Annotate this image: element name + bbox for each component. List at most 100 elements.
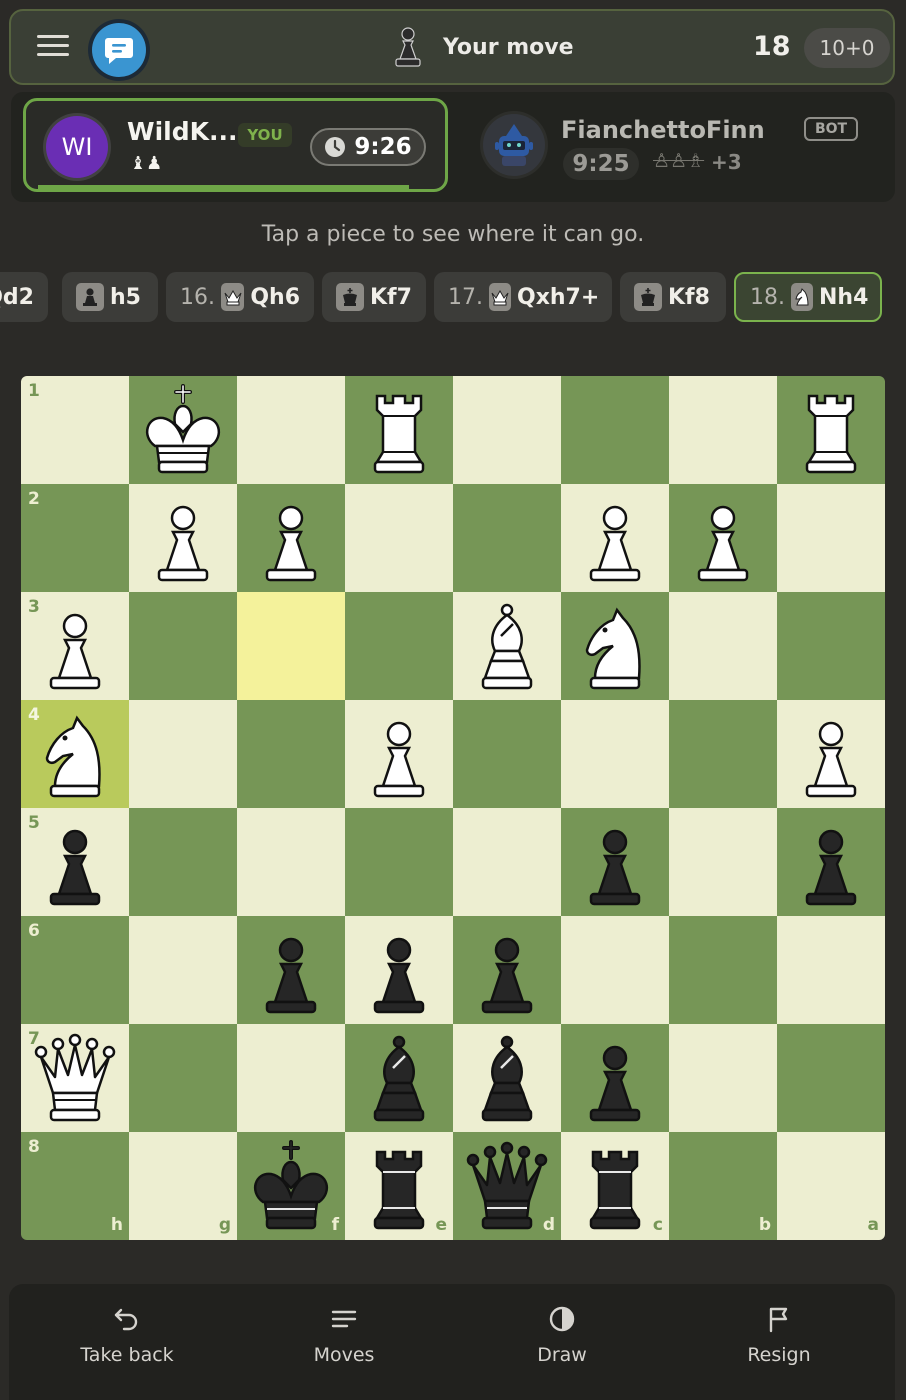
square-f5[interactable] <box>237 808 345 916</box>
square-d5[interactable] <box>453 808 561 916</box>
square-d6[interactable] <box>453 916 561 1024</box>
take-back-button[interactable]: Take back <box>47 1304 207 1366</box>
square-h1[interactable]: 1 <box>21 376 129 484</box>
square-g6[interactable] <box>129 916 237 1024</box>
square-b7[interactable] <box>669 1024 777 1132</box>
move-chip[interactable]: 17. Qxh7+ <box>434 272 612 322</box>
queen-white-icon[interactable] <box>25 1028 125 1128</box>
pawn-white-icon[interactable] <box>673 488 773 588</box>
square-g8[interactable]: g <box>129 1132 237 1240</box>
square-h6[interactable]: 6 <box>21 916 129 1024</box>
square-h2[interactable]: 2 <box>21 484 129 592</box>
square-e3[interactable] <box>345 592 453 700</box>
rook-black-icon[interactable] <box>565 1136 665 1236</box>
square-f8[interactable]: f <box>237 1132 345 1240</box>
square-e6[interactable] <box>345 916 453 1024</box>
square-g3[interactable] <box>129 592 237 700</box>
chat-button[interactable] <box>92 23 146 77</box>
square-f1[interactable] <box>237 376 345 484</box>
move-chip[interactable]: Kf8 <box>620 272 726 322</box>
square-d1[interactable] <box>453 376 561 484</box>
square-a2[interactable] <box>777 484 885 592</box>
square-a8[interactable]: a <box>777 1132 885 1240</box>
square-g5[interactable] <box>129 808 237 916</box>
bishop-white-icon[interactable] <box>457 596 557 696</box>
square-h7[interactable]: 7 <box>21 1024 129 1132</box>
square-a7[interactable] <box>777 1024 885 1132</box>
square-d8[interactable]: d <box>453 1132 561 1240</box>
pawn-black-icon[interactable] <box>241 920 341 1020</box>
square-b6[interactable] <box>669 916 777 1024</box>
knight-white-icon[interactable] <box>565 596 665 696</box>
square-h3[interactable]: 3 <box>21 592 129 700</box>
square-b1[interactable] <box>669 376 777 484</box>
square-a3[interactable] <box>777 592 885 700</box>
square-d3[interactable] <box>453 592 561 700</box>
square-g7[interactable] <box>129 1024 237 1132</box>
bishop-black-icon[interactable] <box>349 1028 449 1128</box>
rook-black-icon[interactable] <box>349 1136 449 1236</box>
square-f4[interactable] <box>237 700 345 808</box>
square-d7[interactable] <box>453 1024 561 1132</box>
move-chip-current[interactable]: 18. Nh4 <box>734 272 882 322</box>
square-f2[interactable] <box>237 484 345 592</box>
square-f7[interactable] <box>237 1024 345 1132</box>
square-c7[interactable] <box>561 1024 669 1132</box>
pawn-white-icon[interactable] <box>565 488 665 588</box>
square-b2[interactable] <box>669 484 777 592</box>
square-g4[interactable] <box>129 700 237 808</box>
move-chip[interactable]: h5 <box>62 272 158 322</box>
square-b4[interactable] <box>669 700 777 808</box>
square-e7[interactable] <box>345 1024 453 1132</box>
pawn-black-icon[interactable] <box>565 1028 665 1128</box>
king-black-icon[interactable] <box>241 1136 341 1236</box>
moves-button[interactable]: Moves <box>264 1304 424 1366</box>
move-chip[interactable]: Kf7 <box>322 272 426 322</box>
pawn-white-icon[interactable] <box>25 596 125 696</box>
queen-black-icon[interactable] <box>457 1136 557 1236</box>
resign-button[interactable]: Resign <box>699 1304 859 1366</box>
rook-white-icon[interactable] <box>781 380 881 480</box>
square-h4[interactable]: 4 <box>21 700 129 808</box>
square-e5[interactable] <box>345 808 453 916</box>
rook-white-icon[interactable] <box>349 380 449 480</box>
square-b3[interactable] <box>669 592 777 700</box>
move-chip[interactable]: 16. Qh6 <box>166 272 314 322</box>
pawn-black-icon[interactable] <box>781 812 881 912</box>
square-c5[interactable] <box>561 808 669 916</box>
square-a1[interactable] <box>777 376 885 484</box>
square-c3[interactable] <box>561 592 669 700</box>
square-f3[interactable] <box>237 592 345 700</box>
square-d4[interactable] <box>453 700 561 808</box>
pawn-white-icon[interactable] <box>241 488 341 588</box>
square-c6[interactable] <box>561 916 669 1024</box>
chess-board[interactable]: 12345678hgfedcba <box>21 376 885 1240</box>
pawn-white-icon[interactable] <box>781 704 881 804</box>
bishop-black-icon[interactable] <box>457 1028 557 1128</box>
square-c2[interactable] <box>561 484 669 592</box>
draw-button[interactable]: Draw <box>482 1304 642 1366</box>
square-c4[interactable] <box>561 700 669 808</box>
pawn-black-icon[interactable] <box>25 812 125 912</box>
square-c1[interactable] <box>561 376 669 484</box>
move-chip[interactable]: Qd2 <box>0 272 48 322</box>
king-white-icon[interactable] <box>133 380 233 480</box>
square-b5[interactable] <box>669 808 777 916</box>
square-a6[interactable] <box>777 916 885 1024</box>
square-e4[interactable] <box>345 700 453 808</box>
square-e1[interactable] <box>345 376 453 484</box>
square-f6[interactable] <box>237 916 345 1024</box>
square-b8[interactable]: b <box>669 1132 777 1240</box>
square-g1[interactable] <box>129 376 237 484</box>
square-g2[interactable] <box>129 484 237 592</box>
move-history-strip[interactable]: Qd2 h5 16. Qh6 Kf7 17. Qxh7+ Kf8 18. Nh4 <box>0 272 906 324</box>
pawn-white-icon[interactable] <box>349 704 449 804</box>
knight-white-icon[interactable] <box>25 704 125 804</box>
pawn-white-icon[interactable] <box>133 488 233 588</box>
square-d2[interactable] <box>453 484 561 592</box>
square-a4[interactable] <box>777 700 885 808</box>
square-e8[interactable]: e <box>345 1132 453 1240</box>
square-a5[interactable] <box>777 808 885 916</box>
hamburger-menu-icon[interactable] <box>37 35 69 61</box>
pawn-black-icon[interactable] <box>457 920 557 1020</box>
